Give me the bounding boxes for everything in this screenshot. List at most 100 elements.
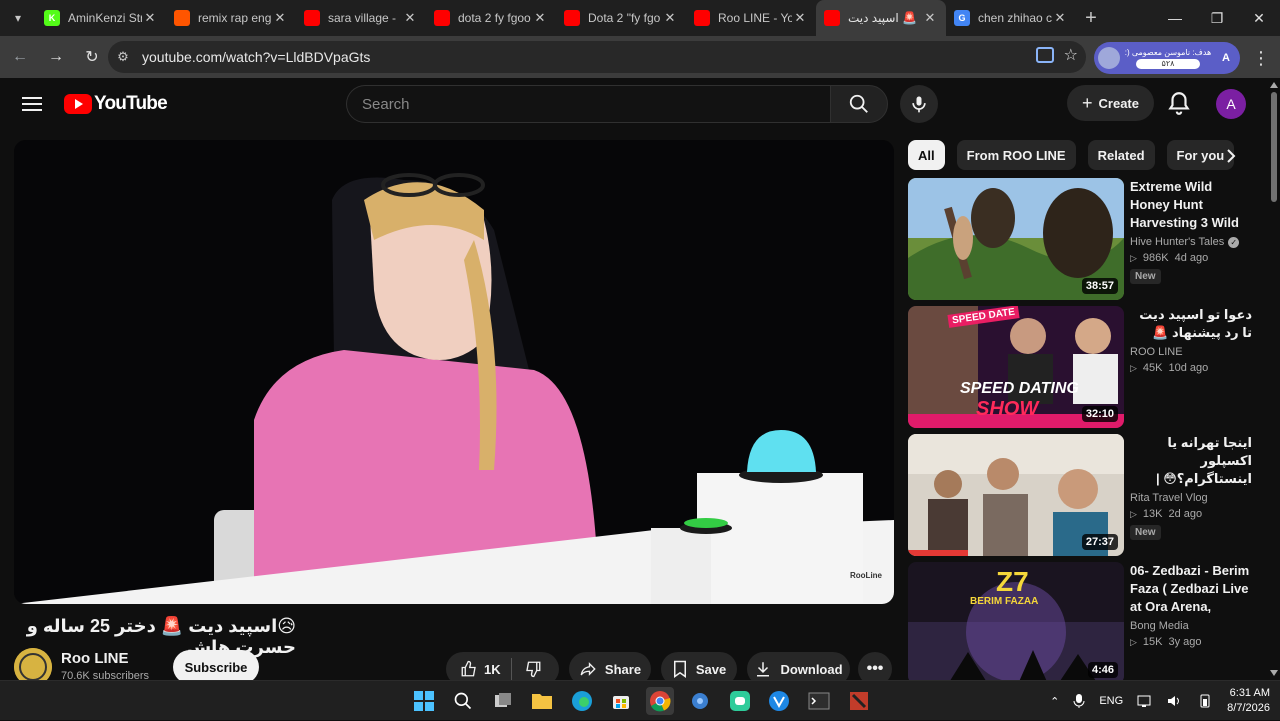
subscribe-button[interactable]: Subscribe bbox=[173, 650, 259, 684]
video-title-text[interactable]: Extreme Wild Honey Hunt Harvesting 3 Wil… bbox=[1130, 178, 1252, 232]
channel-name[interactable]: Roo LINE bbox=[61, 650, 129, 667]
install-app-icon[interactable] bbox=[1035, 47, 1054, 63]
forward-button[interactable]: → bbox=[40, 41, 72, 73]
vpn-app-icon[interactable] bbox=[765, 687, 793, 715]
video-thumbnail[interactable]: 38:57 bbox=[908, 178, 1124, 300]
video-thumbnail[interactable]: 27:37 bbox=[908, 434, 1124, 556]
browser-menu-icon[interactable]: ⋮ bbox=[1252, 48, 1270, 69]
edge-browser-icon[interactable] bbox=[568, 687, 596, 715]
browser-tab[interactable]: Gchen zhihao c ✕ bbox=[946, 0, 1076, 36]
upload-age: 2d ago bbox=[1168, 508, 1203, 520]
dota2-icon[interactable] bbox=[845, 687, 873, 715]
filter-chip[interactable]: All bbox=[908, 140, 945, 170]
scroll-down-arrow-icon[interactable] bbox=[1270, 670, 1278, 676]
video-meta: ▷ 45K 10d ago bbox=[1130, 362, 1252, 374]
volume-icon[interactable] bbox=[1167, 694, 1183, 708]
maximize-button[interactable]: ❐ bbox=[1196, 0, 1238, 36]
terminal-icon[interactable] bbox=[805, 687, 833, 715]
tab-close-icon[interactable]: ✕ bbox=[922, 10, 938, 26]
tab-favicon-icon: G bbox=[954, 10, 970, 26]
browser-tab[interactable]: dota 2 fy fgoo ✕ bbox=[426, 0, 556, 36]
filter-chip[interactable]: Related bbox=[1087, 140, 1155, 170]
address-bar[interactable]: ⚙ youtube.com/watch?v=LldBDVpaGts ☆ bbox=[108, 41, 1086, 73]
discord-icon[interactable] bbox=[726, 687, 754, 715]
network-icon[interactable] bbox=[1137, 694, 1153, 708]
filter-chips: All From ROO LINE Related For you bbox=[908, 140, 1248, 170]
tab-close-icon[interactable]: ✕ bbox=[402, 10, 418, 26]
recommended-video[interactable]: 27:37 اینجا تهرانه یا اکسپلور اینستاگرام؟… bbox=[908, 434, 1253, 556]
create-button[interactable]: + Create bbox=[1067, 85, 1154, 121]
tab-close-icon[interactable]: ✕ bbox=[142, 10, 158, 26]
dislike-button[interactable] bbox=[512, 660, 556, 678]
video-title-text[interactable]: اینجا تهرانه یا اکسپلور اینستاگرام؟😳 | ا… bbox=[1130, 434, 1252, 488]
filter-chip[interactable]: From ROO LINE bbox=[956, 140, 1076, 170]
omnibox-actions: ☆ bbox=[1035, 45, 1078, 65]
browser-toolbar: ← → ↻ ⚙ youtube.com/watch?v=LldBDVpaGts … bbox=[0, 36, 1280, 78]
video-meta: ▷ 986K 4d ago bbox=[1130, 252, 1252, 264]
chevron-right-icon bbox=[1227, 149, 1236, 163]
search-button[interactable] bbox=[830, 85, 888, 123]
video-thumbnail[interactable]: SPEED DATE SPEED DATING SHOW 32:10 bbox=[908, 306, 1124, 428]
search-input[interactable]: Search bbox=[346, 85, 831, 123]
tab-label: Dota 2 "fy fgo bbox=[588, 11, 661, 25]
browser-tab[interactable]: sara village - ✕ bbox=[296, 0, 426, 36]
youtube-logo[interactable]: YouTube bbox=[64, 93, 168, 115]
recommended-video[interactable]: 38:57 Extreme Wild Honey Hunt Harvesting … bbox=[908, 178, 1253, 300]
voice-search-button[interactable] bbox=[900, 85, 938, 123]
new-tab-button[interactable]: + bbox=[1076, 7, 1106, 30]
tab-label: chen zhihao c bbox=[978, 11, 1052, 25]
notifications-bell-icon[interactable] bbox=[1166, 90, 1192, 116]
tray-microphone-icon[interactable] bbox=[1073, 693, 1085, 709]
site-info-icon[interactable]: ⚙ bbox=[108, 49, 138, 65]
video-channel[interactable]: Bong Media bbox=[1130, 620, 1252, 632]
language-indicator[interactable]: ENG bbox=[1099, 695, 1123, 707]
thumb-show-text: SHOW bbox=[976, 398, 1039, 420]
bookmark-star-icon[interactable]: ☆ bbox=[1064, 45, 1078, 65]
task-view-icon[interactable] bbox=[489, 687, 517, 715]
video-thumbnail[interactable]: Z7 BERIM FAZAA 4:46 bbox=[908, 562, 1124, 684]
chrome-icon[interactable] bbox=[646, 687, 674, 715]
video-title-text[interactable]: دعوا تو اسپید دیت تا رد پیشنهاد 🚨 bbox=[1130, 306, 1252, 342]
scrollbar-thumb[interactable] bbox=[1271, 92, 1277, 202]
views-count: 986K bbox=[1142, 252, 1169, 264]
clock-date: 8/7/2026 bbox=[1227, 702, 1270, 714]
tab-close-icon[interactable]: ✕ bbox=[1052, 10, 1068, 26]
recommended-video[interactable]: SPEED DATE SPEED DATING SHOW 32:10 دعوا تو ا… bbox=[908, 306, 1253, 428]
battery-icon[interactable] bbox=[1197, 694, 1213, 708]
account-avatar[interactable]: A bbox=[1216, 89, 1246, 119]
windows-start-icon[interactable] bbox=[410, 687, 438, 715]
browser-tab[interactable]: Roo LINE - You✕ bbox=[686, 0, 816, 36]
hamburger-menu-icon[interactable] bbox=[20, 92, 44, 116]
tab-close-icon[interactable]: ✕ bbox=[272, 10, 288, 26]
chips-next-button[interactable] bbox=[1220, 145, 1242, 167]
tab-close-icon[interactable]: ✕ bbox=[532, 10, 548, 26]
tray-overflow-chevron-icon[interactable]: ⌃ bbox=[1050, 695, 1059, 708]
tab-close-icon[interactable]: ✕ bbox=[792, 10, 808, 26]
profile-extension-card[interactable]: هدف: ناموسن معصومی (: ۵۲۸ A bbox=[1094, 42, 1240, 74]
back-button[interactable]: ← bbox=[4, 41, 36, 73]
browser-tab[interactable]: Dota 2 "fy fgo ✕ bbox=[556, 0, 686, 36]
tab-label: sara village - bbox=[328, 11, 397, 25]
recommended-video[interactable]: Z7 BERIM FAZAA 4:46 06- Zedbazi - Berim Faz… bbox=[908, 562, 1253, 684]
taskbar-clock[interactable]: 6:31 AM 8/7/2026 bbox=[1227, 686, 1270, 716]
tab-search-chevron-icon[interactable]: ▾ bbox=[0, 0, 36, 36]
scroll-up-arrow-icon[interactable] bbox=[1270, 82, 1278, 88]
microsoft-store-icon[interactable] bbox=[607, 687, 635, 715]
file-explorer-icon[interactable] bbox=[528, 687, 556, 715]
video-channel[interactable]: Rita Travel Vlog bbox=[1130, 492, 1252, 504]
browser-tab[interactable]: remix rap engl ✕ bbox=[166, 0, 296, 36]
browser-tab[interactable]: K AminKenzi Str ✕ bbox=[36, 0, 166, 36]
video-channel[interactable]: Hive Hunter's Tales ✓ bbox=[1130, 236, 1252, 248]
reload-button[interactable]: ↻ bbox=[76, 41, 108, 73]
video-channel[interactable]: ROO LINE bbox=[1130, 346, 1252, 358]
save-label: Save bbox=[695, 661, 727, 677]
video-player[interactable]: RooLine bbox=[14, 140, 894, 604]
settings-app-icon[interactable] bbox=[686, 687, 714, 715]
video-title-text[interactable]: 06- Zedbazi - Berim Faza ( Zedbazi Live … bbox=[1130, 562, 1252, 616]
taskbar-search-icon[interactable] bbox=[449, 687, 477, 715]
browser-tab[interactable]: اسپید دیت 🚨 ✕ bbox=[816, 0, 946, 36]
minimize-button[interactable]: — bbox=[1154, 0, 1196, 36]
tab-close-icon[interactable]: ✕ bbox=[662, 10, 678, 26]
tab-favicon-icon: K bbox=[44, 10, 60, 26]
close-window-button[interactable]: ✕ bbox=[1238, 0, 1280, 36]
